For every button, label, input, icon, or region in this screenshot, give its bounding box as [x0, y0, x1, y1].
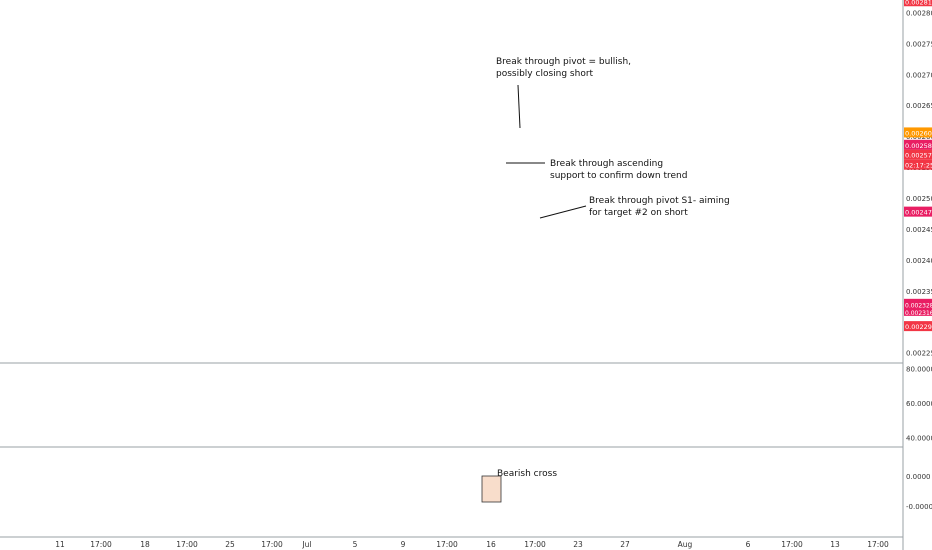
time-tick-label: 11 — [55, 540, 65, 549]
annotation-text: support to confirm down trend — [550, 171, 687, 181]
rsi-tick-label: 40.0000 — [906, 434, 932, 442]
price-tag: 0.002328 — [905, 302, 932, 309]
time-tick-label: 5 — [353, 540, 358, 549]
time-tick-label: 17:00 — [436, 540, 458, 549]
price-tag: 0.002586 — [905, 142, 932, 150]
time-tick-label: 25 — [225, 540, 235, 549]
price-tick-label: 0.002800 — [906, 9, 932, 17]
time-tick-label: 23 — [573, 540, 583, 549]
time-tick-label: 17:00 — [90, 540, 112, 549]
price-tick-label: 0.002450 — [906, 226, 932, 234]
price-tick-label: 0.002750 — [906, 40, 932, 48]
time-tick-label: 17:00 — [867, 540, 889, 549]
annotation-text: Break through ascending — [550, 159, 663, 169]
price-tick-label: 0.002350 — [906, 288, 932, 296]
time-tick-label: 9 — [401, 540, 406, 549]
time-tick-label: 17:00 — [261, 540, 283, 549]
rsi-tick-label: 80.0000 — [906, 365, 932, 373]
chart-svg[interactable]: 0(0.002651)0.236(0.002465)0.382(0.002349… — [0, 0, 932, 550]
annotation-text: Bearish cross — [497, 469, 557, 479]
annotation-text: Break through pivot S1- aiming — [589, 196, 730, 206]
macd-tick-label: 0.0000 — [906, 473, 931, 481]
countdown: 02:17:25 — [905, 162, 932, 170]
price-tag: 0.002606 — [905, 129, 932, 137]
time-tick-label: 27 — [620, 540, 630, 549]
price-tick-label: 0.002500 — [906, 195, 932, 203]
price-tick-label: 0.002700 — [906, 71, 932, 79]
price-tag: 0.002293 — [905, 323, 932, 331]
time-tick-label: 17:00 — [176, 540, 198, 549]
time-tick-label: Jul — [301, 540, 311, 549]
bearish-cross-box[interactable] — [481, 475, 502, 503]
axes: 0.0028000.0027500.0027000.0026500.002600… — [0, 0, 932, 550]
annotation-text: Break through pivot = bullish, — [496, 57, 631, 67]
time-tick-label: 6 — [746, 540, 751, 549]
price-tag: 0.002818 — [905, 0, 932, 6]
time-tick-label: Aug — [678, 540, 693, 549]
annotation-text: for target #2 on short — [589, 208, 688, 218]
price-tick-label: 0.002650 — [906, 102, 932, 110]
annotation-text: possibly closing short — [496, 69, 594, 79]
background — [0, 0, 932, 550]
macd-tick-label: -0.0000 — [906, 503, 932, 511]
rsi-tick-label: 60.0000 — [906, 400, 932, 408]
price-tag: 0.002570 — [905, 152, 932, 160]
price-tick-label: 0.002250 — [906, 350, 932, 358]
price-tick-label: 0.002400 — [906, 257, 932, 265]
time-tick-label: 17:00 — [781, 540, 803, 549]
price-tag: 0.002316 — [905, 310, 932, 317]
time-tick-label: 18 — [140, 540, 150, 549]
time-tick-label: 17:00 — [524, 540, 546, 549]
time-tick-label: 16 — [486, 540, 496, 549]
chart-root: 0(0.002651)0.236(0.002465)0.382(0.002349… — [0, 0, 932, 550]
time-tick-label: 13 — [830, 540, 840, 549]
price-tag: 0.002478 — [905, 209, 932, 217]
